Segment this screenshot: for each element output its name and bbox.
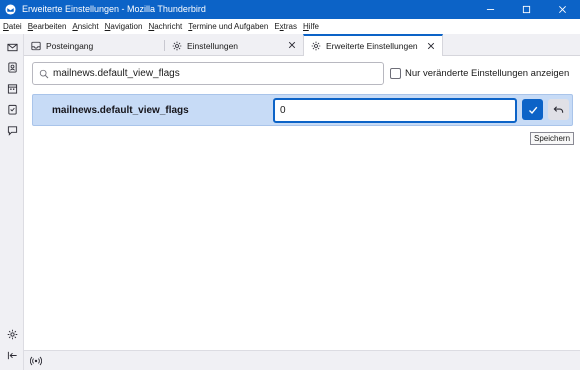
title-bar: Erweiterte Einstellungen - Mozilla Thund… — [0, 0, 580, 19]
mail-icon — [6, 43, 18, 51]
modified-only-label: Nur veränderte Einstellungen anzeigen — [405, 68, 570, 79]
menu-bar: Datei Bearbeiten Ansicht Navigation Nach… — [0, 19, 580, 34]
window-title: Erweiterte Einstellungen - Mozilla Thund… — [22, 4, 206, 14]
spaces-toolbar — [0, 34, 24, 370]
close-icon — [427, 42, 435, 50]
pref-value-input[interactable] — [273, 98, 517, 123]
settings-gear-icon — [7, 329, 17, 339]
address-book-space-button[interactable] — [4, 59, 20, 75]
inbox-icon — [31, 41, 41, 51]
chat-icon — [7, 125, 17, 136]
menu-nachricht[interactable]: Nachricht — [148, 22, 182, 31]
tasks-space-button[interactable] — [4, 101, 20, 117]
reset-button[interactable] — [548, 99, 569, 120]
save-tooltip: Speichern — [530, 132, 575, 145]
search-icon — [39, 69, 49, 79]
tab-label: Erweiterte Einstellungen — [326, 41, 418, 51]
modified-only-checkbox[interactable] — [390, 68, 401, 79]
menu-hilfe[interactable]: Hilfe — [303, 22, 319, 31]
menu-extras[interactable]: Extras — [274, 22, 297, 31]
collapse-sidebar-button[interactable] — [4, 347, 20, 363]
menu-bearbeiten[interactable]: Bearbeiten — [28, 22, 67, 31]
modified-only-option[interactable]: Nur veränderte Einstellungen anzeigen — [390, 68, 569, 79]
menu-ansicht[interactable]: Ansicht — [72, 22, 98, 31]
pref-name: mailnews.default_view_flags — [52, 105, 189, 116]
search-box[interactable] — [32, 62, 384, 85]
menu-navigation[interactable]: Navigation — [105, 22, 143, 31]
calendar-icon — [7, 83, 17, 94]
close-icon — [558, 6, 566, 13]
maximize-icon — [522, 5, 530, 14]
menu-termine-und-aufgaben[interactable]: Termine und Aufgaben — [188, 22, 268, 31]
about-config-page: Nur veränderte Einstellungen anzeigen ma… — [24, 56, 580, 350]
thunderbird-icon — [5, 4, 16, 15]
tab-posteingang[interactable]: Posteingang — [24, 35, 164, 56]
address-book-icon — [7, 61, 17, 73]
close-icon — [288, 41, 296, 49]
online-status-icon[interactable] — [29, 355, 43, 367]
tab-label: Einstellungen — [187, 40, 239, 51]
tasks-icon — [7, 104, 17, 115]
tab-close-button[interactable] — [287, 40, 297, 50]
pref-row[interactable]: mailnews.default_view_flags — [32, 94, 573, 126]
gear-icon — [311, 41, 321, 51]
gear-icon — [172, 41, 182, 51]
undo-arrow-icon — [553, 106, 564, 113]
chat-space-button[interactable] — [4, 122, 20, 138]
mail-space-button[interactable] — [4, 39, 20, 55]
minimize-icon — [486, 9, 494, 10]
menu-datei[interactable]: Datei — [3, 22, 22, 31]
collapse-sidebar-icon — [7, 351, 17, 359]
settings-space-button[interactable] — [4, 326, 20, 342]
tab-label: Posteingang — [46, 40, 94, 51]
tab-erweiterte-einstellungen[interactable]: Erweiterte Einstellungen — [303, 34, 443, 56]
checkmark-icon — [528, 106, 537, 114]
tab-bar: Posteingang Einstellungen Erweiterte Ein… — [24, 34, 580, 56]
minimize-button[interactable] — [472, 0, 508, 19]
search-input[interactable] — [53, 65, 379, 82]
status-bar — [24, 350, 580, 370]
maximize-button[interactable] — [508, 0, 544, 19]
calendar-space-button[interactable] — [4, 80, 20, 96]
tab-close-button[interactable] — [426, 41, 436, 51]
close-button[interactable] — [544, 0, 580, 19]
tab-einstellungen[interactable]: Einstellungen — [165, 35, 303, 56]
save-button[interactable] — [522, 99, 543, 120]
